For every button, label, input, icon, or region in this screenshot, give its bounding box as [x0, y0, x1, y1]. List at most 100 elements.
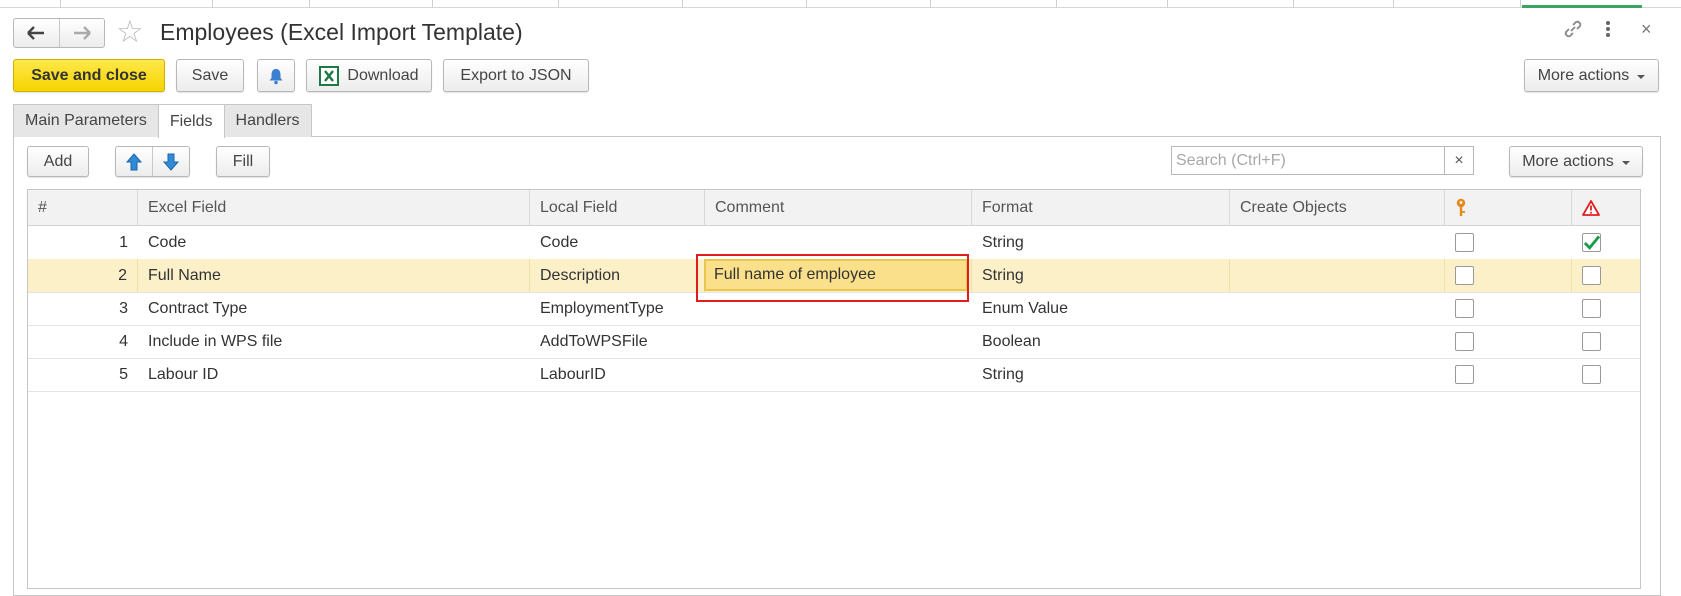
move-up-button[interactable] [116, 147, 152, 176]
column-header-excel-field[interactable]: Excel Field [138, 190, 530, 226]
cell-create-objects[interactable] [1230, 292, 1445, 325]
column-header-required[interactable] [1572, 190, 1640, 226]
arrow-down-icon [163, 153, 179, 171]
column-header-create-objects[interactable]: Create Objects [1230, 190, 1445, 226]
cell-local-field[interactable]: Code [530, 226, 705, 259]
cell-create-objects[interactable] [1230, 325, 1445, 358]
key-checkbox[interactable] [1455, 233, 1474, 252]
cell-key [1445, 226, 1572, 259]
more-actions-button[interactable]: More actions [1524, 59, 1659, 92]
key-checkbox[interactable] [1455, 365, 1474, 384]
link-icon[interactable] [1562, 19, 1584, 43]
export-json-button[interactable]: Export to JSON [443, 59, 589, 92]
tab-fields[interactable]: Fields [157, 104, 225, 138]
save-and-close-button[interactable]: Save and close [13, 59, 165, 92]
cell-excel-field[interactable]: Contract Type [138, 292, 530, 325]
key-checkbox[interactable] [1455, 266, 1474, 285]
column-header-num[interactable]: # [28, 190, 138, 226]
strip-divider [432, 0, 433, 8]
column-header-comment[interactable]: Comment [705, 190, 972, 226]
cell-excel-field[interactable]: Include in WPS file [138, 325, 530, 358]
checkmark-icon [1583, 234, 1600, 250]
page-title: Employees (Excel Import Template) [160, 19, 523, 45]
column-header-key[interactable] [1445, 190, 1572, 226]
search-input[interactable] [1172, 147, 1444, 174]
chevron-down-icon [1637, 74, 1646, 79]
fields-more-actions-button[interactable]: More actions [1509, 146, 1643, 177]
move-buttons [115, 146, 190, 177]
cell-format[interactable]: String [972, 226, 1230, 259]
cell-comment[interactable] [705, 358, 972, 391]
save-button[interactable]: Save [176, 59, 244, 92]
cell-comment[interactable] [705, 325, 972, 358]
cell-required [1572, 292, 1640, 325]
tab-main-parameters[interactable]: Main Parameters [13, 104, 159, 137]
download-button[interactable]: Download [306, 59, 432, 92]
required-checkbox[interactable] [1582, 266, 1601, 285]
cell-local-field[interactable]: EmploymentType [530, 292, 705, 325]
close-button[interactable]: × [1641, 20, 1652, 38]
cell-required [1572, 358, 1640, 391]
arrow-up-icon [126, 152, 142, 170]
key-icon [1456, 198, 1466, 216]
strip-divider [1056, 0, 1057, 8]
cell-required [1572, 259, 1640, 292]
active-window-indicator[interactable] [1522, 0, 1642, 8]
move-down-button[interactable] [152, 147, 189, 176]
strip-divider [1393, 0, 1394, 8]
cell-create-objects[interactable] [1230, 226, 1445, 259]
star-icon[interactable]: ☆ [116, 16, 144, 47]
cell-num: 5 [119, 365, 128, 383]
required-checkbox[interactable] [1582, 365, 1601, 384]
chevron-down-icon [1621, 160, 1630, 165]
strip-divider [682, 0, 683, 8]
cell-key [1445, 358, 1572, 391]
required-checkbox[interactable] [1582, 299, 1601, 318]
cell-excel-field[interactable]: Code [138, 226, 530, 259]
cell-create-objects[interactable] [1230, 259, 1445, 292]
search-clear-button[interactable]: × [1444, 147, 1473, 174]
cell-required [1572, 325, 1640, 358]
highlight-box [696, 254, 969, 302]
notification-button[interactable] [257, 59, 295, 92]
cell-format[interactable]: String [972, 358, 1230, 391]
table-row[interactable]: 4 Include in WPS file AddToWPSFile Boole… [28, 325, 1640, 359]
cell-format[interactable]: Enum Value [972, 292, 1230, 325]
key-checkbox[interactable] [1455, 332, 1474, 351]
excel-icon [319, 65, 340, 86]
back-button[interactable] [14, 19, 59, 47]
table-row[interactable]: 5 Labour ID LabourID String [28, 358, 1640, 392]
cell-excel-field[interactable]: Full Name [138, 259, 530, 292]
cell-num: 2 [28, 259, 138, 292]
strip-divider [212, 0, 213, 8]
cell-local-field[interactable]: Description [530, 259, 705, 292]
cell-local-field[interactable]: AddToWPSFile [530, 325, 705, 358]
download-label: Download [347, 66, 419, 84]
strip-divider [558, 0, 559, 8]
key-checkbox[interactable] [1455, 299, 1474, 318]
cell-num: 3 [119, 299, 128, 317]
cell-format[interactable]: Boolean [972, 325, 1230, 358]
cell-local-field[interactable]: LabourID [530, 358, 705, 391]
vertical-dots-icon[interactable] [1604, 19, 1612, 43]
cell-format[interactable]: String [972, 259, 1230, 292]
open-windows-strip [0, 0, 1681, 8]
fields-table: # Excel Field Local Field Comment Format… [27, 189, 1641, 589]
column-header-local-field[interactable]: Local Field [530, 190, 705, 226]
fields-more-actions-label: More actions [1522, 152, 1614, 170]
cell-key [1445, 259, 1572, 292]
cell-create-objects[interactable] [1230, 358, 1445, 391]
cell-key [1445, 325, 1572, 358]
history-nav [13, 18, 105, 48]
forward-button[interactable] [58, 19, 105, 47]
add-button[interactable]: Add [27, 146, 89, 177]
required-checkbox[interactable] [1582, 332, 1601, 351]
fill-button[interactable]: Fill [216, 146, 270, 177]
column-header-format[interactable]: Format [972, 190, 1230, 226]
strip-divider [309, 0, 310, 8]
tab-handlers[interactable]: Handlers [223, 104, 312, 137]
strip-divider [930, 0, 931, 8]
table-header: # Excel Field Local Field Comment Format… [28, 190, 1640, 226]
required-checkbox[interactable] [1582, 233, 1601, 252]
cell-excel-field[interactable]: Labour ID [138, 358, 530, 391]
